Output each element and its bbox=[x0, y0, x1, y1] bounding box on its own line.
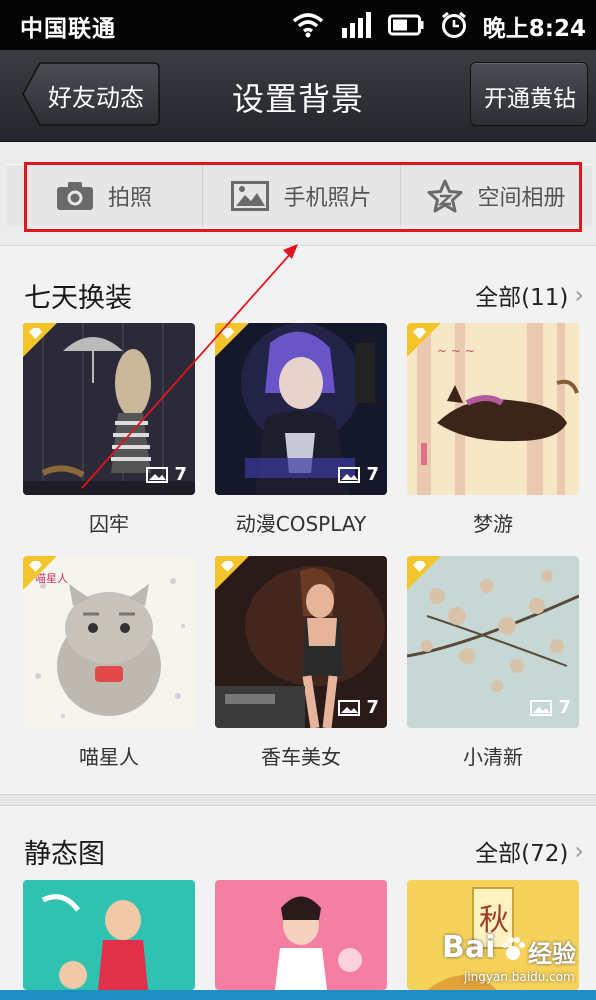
signal-icon bbox=[342, 12, 371, 38]
image-count-icon bbox=[338, 466, 361, 483]
battery-icon bbox=[388, 14, 424, 36]
camera-icon bbox=[56, 182, 93, 210]
image-count-value: 7 bbox=[174, 464, 187, 485]
theme-caption: 囚牢 bbox=[89, 512, 129, 536]
clock-time: 晚上8:24 bbox=[482, 16, 586, 42]
image-count: 7 bbox=[338, 697, 379, 718]
activate-yellow-diamond-label: 开通黄钻 bbox=[484, 86, 576, 112]
image-count-icon bbox=[338, 699, 361, 716]
bottom-edge-strip bbox=[0, 990, 596, 1000]
watermark-url: jingyan.baidu.com bbox=[464, 970, 575, 984]
image-count-value: 7 bbox=[366, 464, 379, 485]
theme-caption: 梦游 bbox=[473, 512, 513, 536]
image-count-icon bbox=[530, 699, 553, 716]
title-bar: 好友动态 设置背景 开通黄钻 bbox=[0, 50, 596, 142]
image-count-icon bbox=[146, 466, 169, 483]
image-count-value: 7 bbox=[366, 697, 379, 718]
watermark-brand: Bai bbox=[442, 930, 496, 965]
vip-diamond-badge-icon bbox=[23, 556, 57, 590]
source-tabs: 拍照 手机照片 空间相册 bbox=[6, 164, 592, 227]
theme-thumb-anime-cosplay[interactable]: 7 bbox=[215, 323, 387, 495]
section-title-static: 静态图 bbox=[24, 839, 105, 870]
theme-caption: 小清新 bbox=[463, 745, 523, 769]
vip-diamond-badge-icon bbox=[215, 323, 249, 357]
theme-thumb-prison[interactable]: 7 bbox=[23, 323, 195, 495]
section-more-seven-days[interactable]: 全部(11) › bbox=[475, 278, 584, 312]
section-more-label: 全部(11) bbox=[475, 285, 569, 311]
activate-yellow-diamond-button[interactable]: 开通黄钻 bbox=[470, 62, 588, 126]
image-icon bbox=[231, 181, 270, 211]
section-title-seven-days: 七天换装 bbox=[24, 283, 132, 314]
static-artwork-2 bbox=[215, 880, 387, 990]
tab-take-photo[interactable]: 拍照 bbox=[6, 165, 202, 227]
tab-phone-photos[interactable]: 手机照片 bbox=[202, 165, 400, 227]
tab-space-album-label: 空间相册 bbox=[477, 186, 566, 211]
carrier-name: 中国联通 bbox=[20, 16, 116, 42]
tab-space-album[interactable]: 空间相册 bbox=[400, 165, 592, 227]
image-count: 7 bbox=[338, 464, 379, 485]
svg-text:~ ~ ~: ~ ~ ~ bbox=[437, 344, 475, 358]
vip-diamond-badge-icon bbox=[215, 556, 249, 590]
vip-diamond-badge-icon bbox=[407, 323, 441, 357]
paw-icon bbox=[502, 937, 525, 960]
tab-phone-photos-label: 手机照片 bbox=[283, 186, 372, 211]
watermark-suffix: 经验 bbox=[528, 940, 576, 968]
app-screen: 中国联通 晚上8:24 好友动态 设置背景 开通黄钻 拍照 手机照片 空间相册 … bbox=[0, 0, 596, 1000]
tab-take-photo-label: 拍照 bbox=[107, 186, 152, 211]
section-more-label: 全部(72) bbox=[475, 841, 569, 867]
theme-thumb-fresh[interactable]: 7 bbox=[407, 556, 579, 728]
section-divider bbox=[0, 794, 596, 806]
star-album-icon bbox=[427, 179, 463, 213]
vip-diamond-badge-icon bbox=[407, 556, 441, 590]
image-count-value: 7 bbox=[558, 697, 571, 718]
alarm-clock-icon bbox=[442, 11, 466, 38]
static-artwork-1 bbox=[23, 880, 195, 990]
static-thumb-1[interactable] bbox=[23, 880, 195, 990]
vip-diamond-badge-icon bbox=[23, 323, 57, 357]
wifi-icon bbox=[292, 13, 324, 38]
baidu-jingyan-watermark: Bai 经验 jingyan.baidu.com bbox=[442, 930, 582, 990]
chevron-right-icon: › bbox=[574, 837, 584, 865]
theme-thumb-meow-star[interactable]: 喵星人 bbox=[23, 556, 195, 728]
section-more-static[interactable]: 全部(72) › bbox=[475, 834, 584, 868]
theme-caption: 香车美女 bbox=[261, 745, 341, 769]
status-icons bbox=[292, 10, 468, 40]
theme-caption: 喵星人 bbox=[79, 745, 139, 769]
image-count: 7 bbox=[146, 464, 187, 485]
status-bar: 中国联通 晚上8:24 bbox=[0, 0, 596, 50]
theme-thumb-dreamwalk[interactable]: ~ ~ ~ bbox=[407, 323, 579, 495]
theme-caption: 动漫COSPLAY bbox=[235, 512, 367, 536]
chevron-right-icon: › bbox=[574, 281, 584, 309]
static-thumb-2[interactable] bbox=[215, 880, 387, 990]
image-count: 7 bbox=[530, 697, 571, 718]
theme-thumb-car-beauty[interactable]: 7 bbox=[215, 556, 387, 728]
background-source-bar: 拍照 手机照片 空间相册 bbox=[0, 142, 596, 246]
